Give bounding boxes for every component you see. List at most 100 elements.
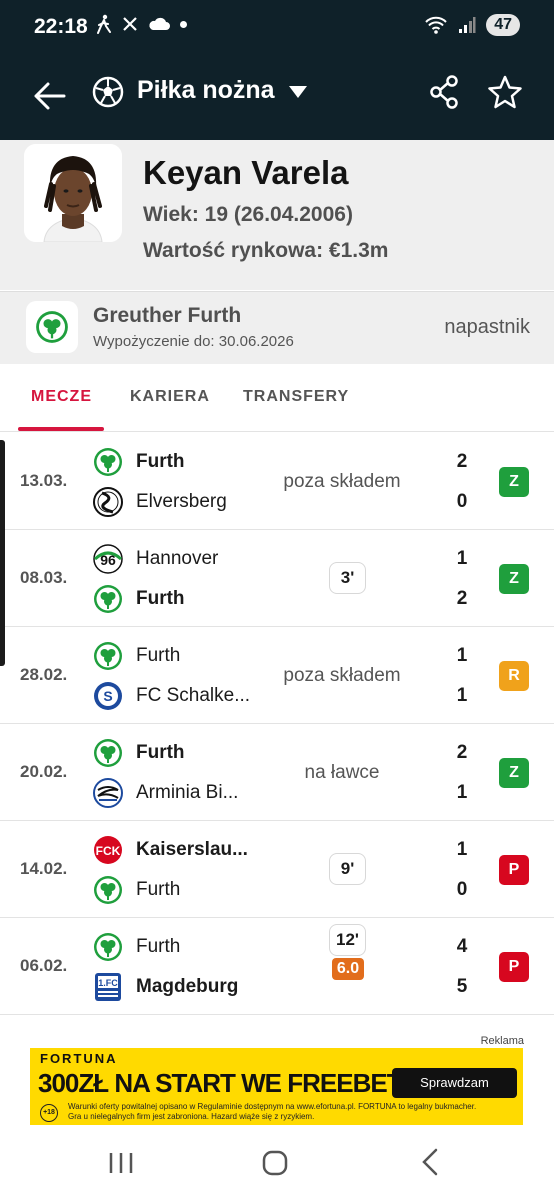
tab-career[interactable]: KARIERA: [130, 388, 210, 406]
status-bar: 22:18 47: [0, 0, 554, 54]
player-match-status: na ławce: [304, 762, 380, 783]
cloud-icon: [149, 17, 170, 30]
ad-label: Reklama: [480, 1035, 524, 1047]
away-score: 5: [456, 976, 468, 997]
away-score: 0: [456, 491, 468, 512]
elversberg-logo-icon: [93, 487, 123, 517]
favorite-star-icon[interactable]: [487, 74, 523, 110]
hannover-logo-icon: 96: [93, 544, 123, 574]
battery-indicator: 47: [486, 14, 520, 36]
player-name: Keyan Varela: [143, 154, 349, 191]
furth-logo-icon: [94, 739, 122, 767]
walking-icon: [97, 14, 111, 34]
status-notification-icons: [96, 14, 187, 34]
furth-logo-icon: [94, 876, 122, 904]
edge-panel-handle[interactable]: [0, 440, 5, 666]
match-date: 20.02.: [20, 762, 68, 781]
furth-logo-icon: [94, 933, 122, 961]
svg-text:96: 96: [100, 552, 116, 568]
player-portrait-icon: [24, 144, 122, 242]
magdeburg-logo-icon: 1.FC: [95, 973, 121, 1001]
signal-icon: [459, 17, 476, 33]
soccer-ball-icon[interactable]: [92, 76, 124, 108]
match-row[interactable]: 13.03. Furth Elversberg 2 0 poza składem Z: [0, 433, 554, 530]
match-result-badge: P: [499, 855, 529, 885]
away-team-name: FC Schalke...: [136, 685, 251, 706]
player-header: Keyan Varela Wiek: 19 (26.04.2006) Warto…: [0, 140, 554, 290]
furth-logo-icon: [36, 311, 68, 343]
sport-selector[interactable]: Piłka nożna: [137, 76, 275, 105]
home-team-name: Furth: [136, 742, 185, 763]
wifi-icon: [425, 16, 447, 34]
system-navigation-bar: [0, 1130, 554, 1200]
home-icon[interactable]: [262, 1150, 288, 1176]
ad-disclaimer: Warunki oferty powitalnej opisano w Regu…: [68, 1102, 477, 1121]
away-team-name: Elversberg: [136, 491, 227, 512]
minutes-played-badge: 12': [329, 924, 366, 956]
tab-matches[interactable]: MECZE: [31, 388, 92, 406]
home-team-name: Furth: [136, 451, 185, 472]
home-score: 1: [456, 645, 468, 666]
match-row[interactable]: 28.02. Furth S FC Schalke... 1 1 poza składem R: [0, 627, 554, 724]
match-result-badge: Z: [499, 467, 529, 497]
kaiserslautern-logo-icon: FCK: [94, 836, 122, 864]
recent-apps-icon[interactable]: [108, 1150, 134, 1176]
active-tab-indicator: [18, 427, 104, 431]
player-position: napastnik: [444, 316, 530, 338]
player-rating-badge: 6.0: [332, 958, 364, 980]
schalke-logo-icon: S: [94, 682, 122, 710]
tab-transfers[interactable]: TRANSFERY: [243, 388, 349, 406]
share-icon[interactable]: [428, 74, 460, 110]
match-row[interactable]: 06.02. Furth 1.FC Magdeburg 4 5 12' 6.0 P: [0, 918, 554, 1015]
away-score: 2: [456, 588, 468, 609]
match-result-badge: Z: [499, 758, 529, 788]
home-team-name: Hannover: [136, 548, 219, 569]
match-result-badge: P: [499, 952, 529, 982]
svg-text:1.FC: 1.FC: [98, 978, 118, 988]
club-name: Greuther Furth: [93, 304, 242, 327]
app-bar: Piłka nożna: [0, 54, 554, 140]
furth-logo-icon: [94, 448, 122, 476]
player-market-value: Wartość rynkowa: €1.3m: [143, 239, 389, 262]
back-arrow-icon[interactable]: [30, 76, 70, 116]
player-match-status: poza składem: [283, 471, 401, 492]
nav-back-icon[interactable]: [420, 1148, 440, 1176]
home-team-name: Furth: [136, 936, 181, 957]
x-app-icon: [123, 17, 137, 31]
more-notifications-icon: [180, 20, 187, 28]
ad-headline: 300ZŁ NA START WE FREEBETACH: [38, 1068, 454, 1098]
home-score: 2: [456, 742, 468, 763]
svg-text:S: S: [103, 688, 112, 704]
away-score: 0: [456, 879, 468, 900]
away-team-name: Magdeburg: [136, 976, 239, 997]
minutes-played-badge: 3': [329, 562, 366, 594]
match-date: 13.03.: [20, 471, 68, 490]
away-score: 1: [456, 782, 468, 803]
match-date: 06.02.: [20, 956, 68, 975]
player-match-status: poza składem: [283, 665, 401, 686]
match-date: 14.02.: [20, 859, 68, 878]
club-row[interactable]: Greuther Furth Wypożyczenie do: 30.06.20…: [0, 291, 554, 364]
status-system-icons: 47: [424, 14, 520, 36]
age-restriction-badge: +18: [40, 1104, 58, 1122]
match-row[interactable]: 14.02. FCK Kaiserslau... Furth 1 0 9' P: [0, 821, 554, 918]
home-score: 2: [456, 451, 468, 472]
home-team-name: Furth: [136, 645, 181, 666]
home-score: 1: [456, 839, 468, 860]
match-date: 08.03.: [20, 568, 68, 587]
match-row[interactable]: 08.03. 96 Hannover Furth 1 2 3' Z: [0, 530, 554, 627]
player-photo: [24, 144, 122, 242]
tab-bar: MECZE KARIERA TRANSFERY: [0, 364, 554, 432]
furth-logo-icon: [94, 642, 122, 670]
home-score: 4: [456, 936, 468, 957]
away-team-name: Furth: [136, 588, 185, 609]
ad-banner[interactable]: FORTUNA 300ZŁ NA START WE FREEBETACH Spr…: [30, 1048, 523, 1125]
home-team-name: Kaiserslau...: [136, 839, 248, 860]
match-list: 13.03. Furth Elversberg 2 0 poza składem Z 08.0…: [0, 433, 554, 1015]
match-date: 28.02.: [20, 665, 68, 684]
match-row[interactable]: 20.02. Furth Arminia Bi... 2 1 na ławce Z: [0, 724, 554, 821]
away-score: 1: [456, 685, 468, 706]
svg-text:FCK: FCK: [96, 844, 121, 858]
ad-cta-button[interactable]: Sprawdzam: [392, 1068, 517, 1098]
chevron-down-icon[interactable]: [289, 86, 307, 98]
